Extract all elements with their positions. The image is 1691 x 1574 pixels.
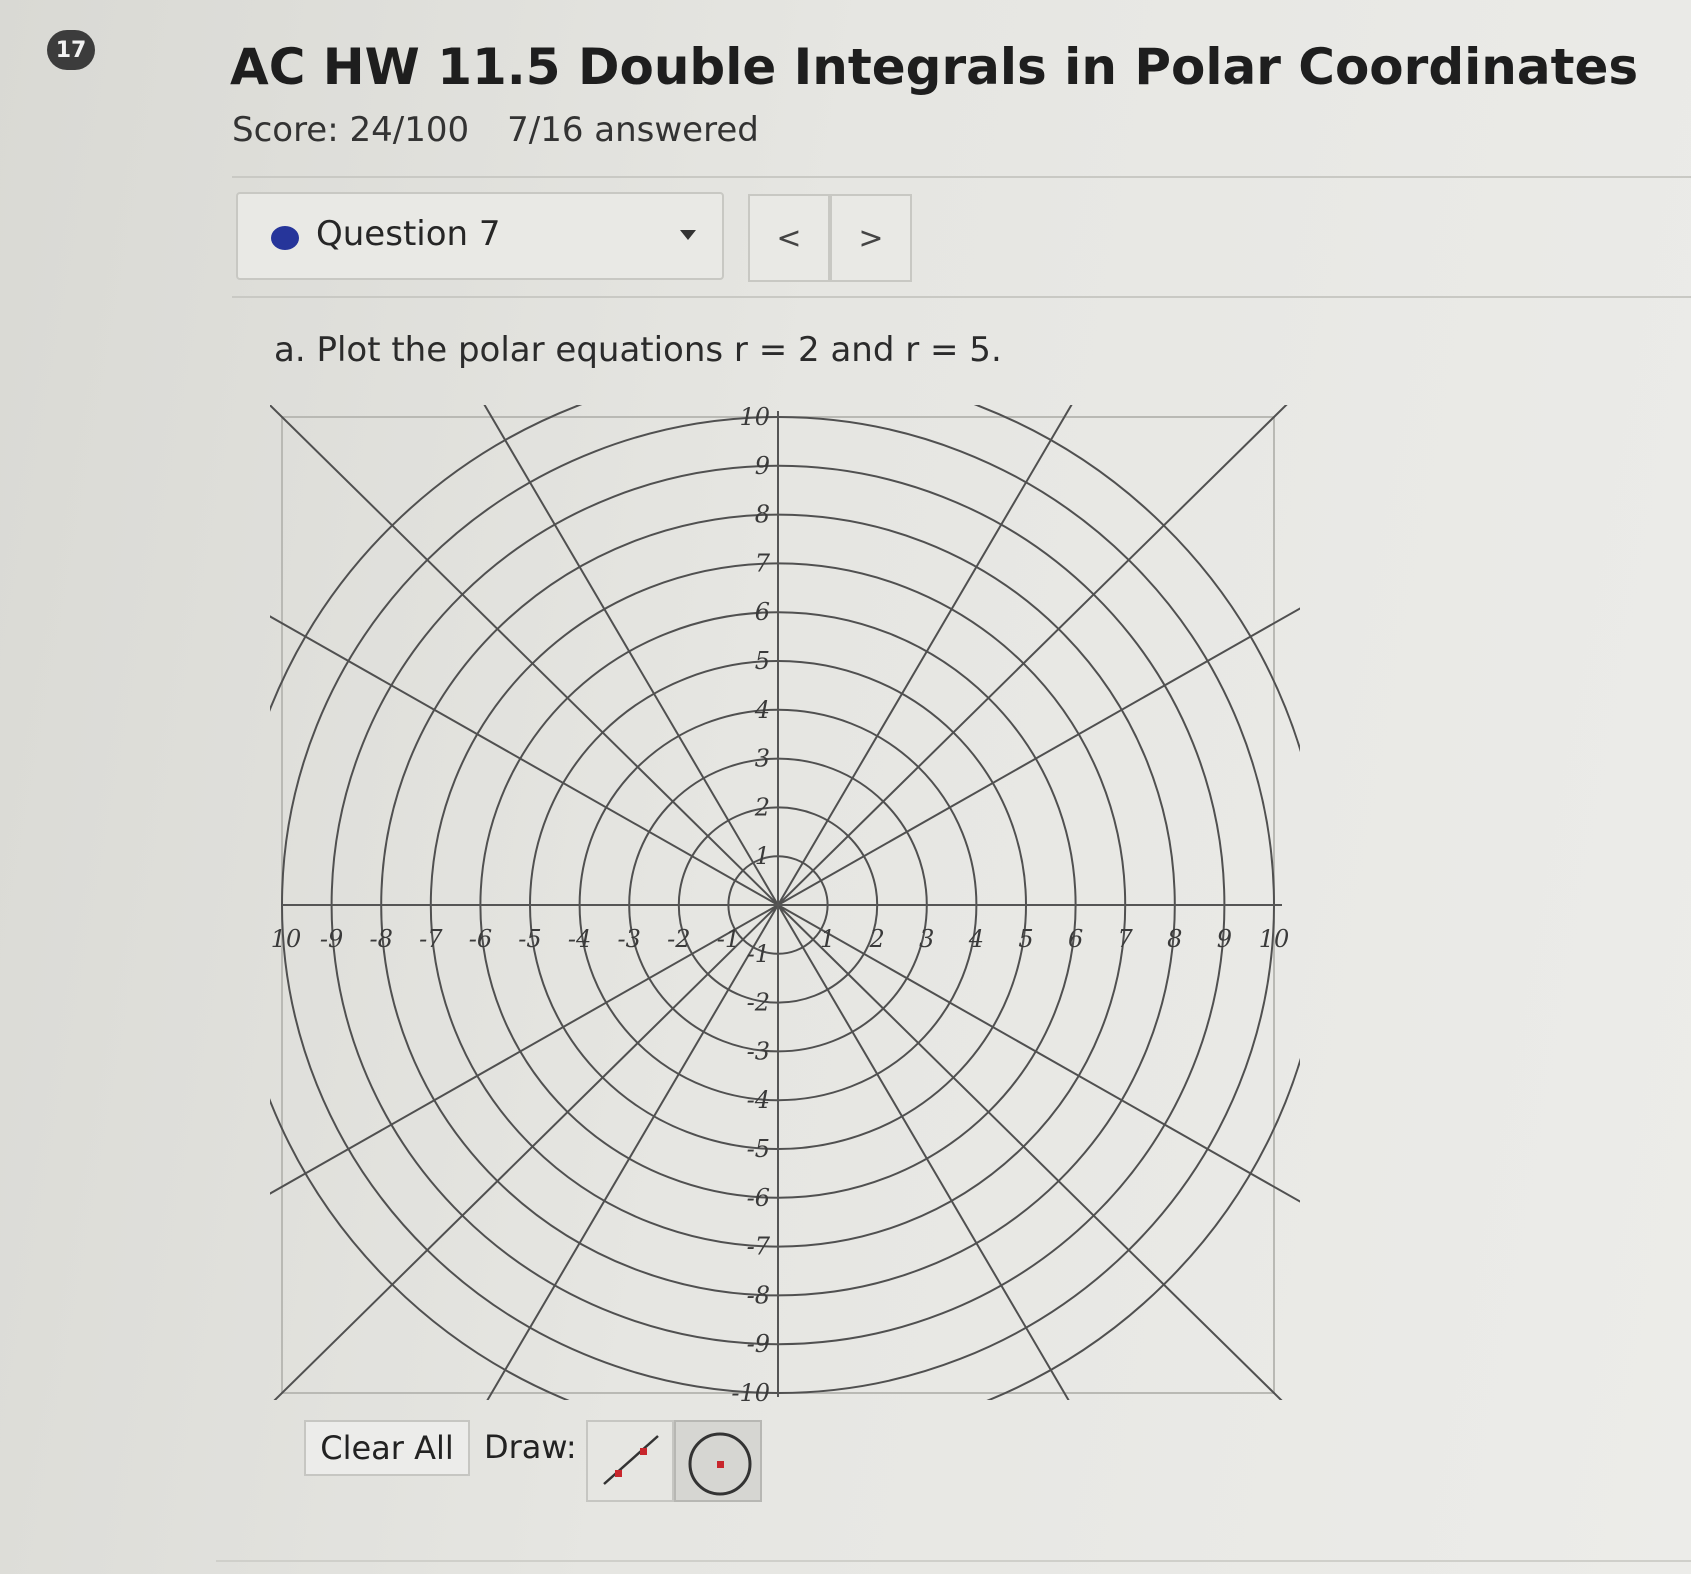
- y-tick-label: -2: [747, 989, 770, 1017]
- nav-divider: [232, 296, 1691, 298]
- x-tick-label: 6: [1068, 925, 1083, 953]
- page-title: AC HW 11.5 Double Integrals in Polar Coo…: [230, 38, 1639, 96]
- x-tick-label: -4: [568, 925, 591, 953]
- polar-ray-150: [270, 615, 779, 906]
- y-tick-label: -9: [747, 1330, 770, 1358]
- x-tick-label: 1: [820, 925, 835, 953]
- clear-all-button[interactable]: Clear All: [304, 1420, 470, 1476]
- score-summary: Score: 24/100 7/16 answered: [232, 110, 797, 150]
- next-question-button[interactable]: >: [830, 194, 912, 282]
- y-tick-label: -10: [731, 1379, 770, 1407]
- x-tick-label: 2: [869, 925, 885, 953]
- line-segment-icon: [603, 1435, 659, 1485]
- y-tick-label: 7: [755, 549, 771, 577]
- x-tick-label: 7: [1118, 925, 1134, 953]
- polar-ray-315: [777, 904, 1283, 1400]
- y-tick-label: -6: [747, 1184, 770, 1212]
- question-select[interactable]: Question 7: [236, 192, 724, 280]
- polar-ray-210: [270, 904, 779, 1195]
- polar-graph-canvas[interactable]: -10 -9 -8 -7 -6 -5 -4 -3 -2 -1 1 2 3 4 5 6 7 8 9 10 10 9 8 7 6 5 4…: [270, 405, 1310, 1410]
- polar-ray-135: [270, 405, 779, 906]
- y-tick-label: 9: [755, 452, 770, 480]
- x-tick-label: 4: [968, 925, 984, 953]
- x-tick-label: -10: [270, 925, 301, 953]
- y-tick-label: 3: [755, 745, 770, 773]
- x-tick-label: 10: [1259, 925, 1290, 953]
- polar-ray-240: [486, 904, 779, 1400]
- polar-circle-r11: [270, 405, 1300, 1400]
- y-tick-label: -8: [747, 1281, 770, 1309]
- y-tick-label: 4: [754, 696, 770, 724]
- x-tick-label: -3: [618, 925, 641, 953]
- x-tick-label: 8: [1167, 925, 1182, 953]
- homework-page: 17 AC HW 11.5 Double Integrals in Polar …: [0, 0, 1691, 1574]
- x-tick-label: -9: [320, 925, 343, 953]
- circle-tool-button[interactable]: [674, 1420, 762, 1502]
- x-tick-label: -6: [469, 925, 492, 953]
- y-tick-label: -7: [747, 1233, 771, 1261]
- x-tick-label: -7: [419, 925, 443, 953]
- polar-ray-45: [777, 405, 1288, 906]
- header-divider: [232, 176, 1691, 178]
- y-tick-label: -3: [747, 1037, 770, 1065]
- x-tick-label: 9: [1217, 925, 1232, 953]
- y-tick-label: 8: [755, 501, 770, 529]
- x-tick-label: 5: [1018, 925, 1033, 953]
- circle-icon: [688, 1432, 752, 1496]
- y-tick-label: -1: [747, 940, 770, 968]
- y-tick-label: 1: [755, 842, 770, 870]
- question-prompt: a. Plot the polar equations r = 2 and r …: [274, 330, 1002, 370]
- x-tick-label: -8: [370, 925, 393, 953]
- polar-ray-120: [483, 405, 779, 906]
- question-select-label: Question 7: [316, 214, 501, 254]
- y-tick-label: 10: [739, 405, 770, 431]
- x-tick-label: -5: [518, 925, 541, 953]
- question-number-badge: 17: [47, 30, 95, 70]
- footer-divider: [216, 1560, 1691, 1562]
- y-tick-label: 2: [754, 793, 770, 821]
- polar-ray-225: [273, 904, 779, 1400]
- chevron-down-icon: [680, 230, 696, 240]
- y-tick-label: 5: [755, 647, 770, 675]
- previous-question-button[interactable]: <: [748, 194, 830, 282]
- y-tick-label: 6: [755, 598, 770, 626]
- y-tick-label: -4: [747, 1086, 770, 1114]
- draw-label: Draw:: [484, 1428, 577, 1466]
- line-segment-tool-button[interactable]: [586, 1420, 674, 1502]
- x-tick-label: 3: [919, 925, 934, 953]
- question-status-dot: [271, 226, 299, 250]
- x-tick-label: -1: [717, 925, 740, 953]
- x-tick-label: -2: [667, 925, 690, 953]
- polar-ray-60: [777, 405, 1073, 906]
- answered-count: 7/16 answered: [507, 110, 759, 150]
- score-text: Score: 24/100: [232, 110, 470, 150]
- y-tick-label: -5: [747, 1135, 770, 1163]
- polar-ray-300: [777, 904, 1070, 1400]
